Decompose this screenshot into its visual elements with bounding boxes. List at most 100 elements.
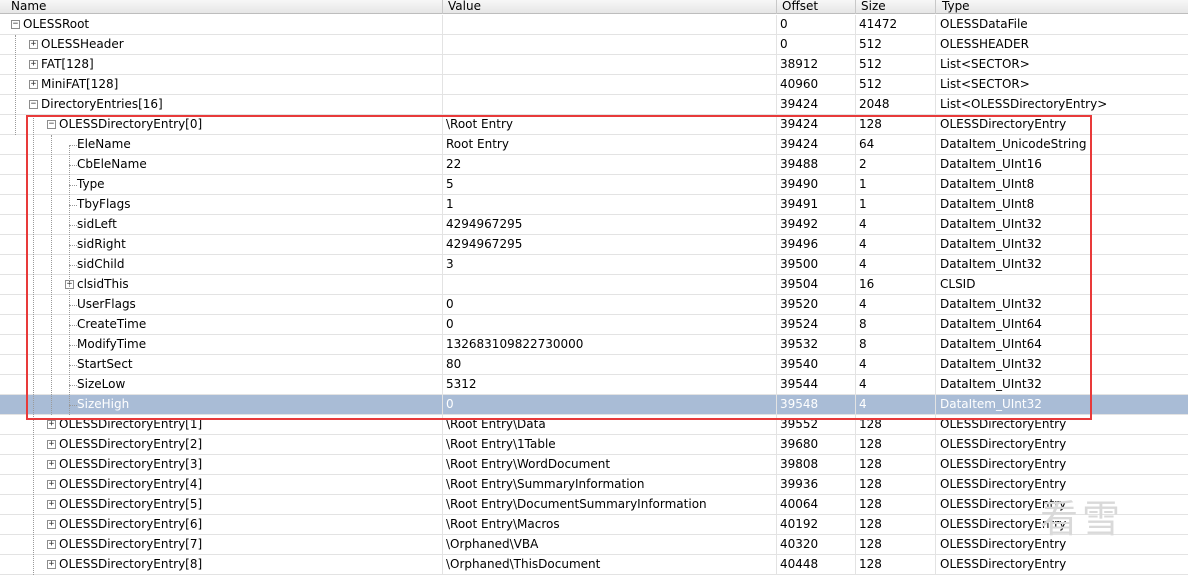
cell-size: 128 (856, 535, 936, 554)
tree-row[interactable]: + OLESSDirectoryEntry[7] \Orphaned\VBA 4032… (0, 535, 1188, 555)
tree-row[interactable]: ModifyTime 132683109822730000 39532 8 DataIt… (0, 335, 1188, 355)
cell-value: \Root Entry\SummaryInformation (443, 475, 777, 494)
expand-toggle-icon[interactable]: + (29, 80, 38, 89)
node-label: clsidThis (77, 275, 129, 294)
tree-row[interactable]: StartSect 80 39540 4 DataItem_UInt32 (0, 355, 1188, 375)
node-label: OLESSDirectoryEntry[7] (59, 535, 202, 554)
node-label: OLESSDirectoryEntry[5] (59, 495, 202, 514)
cell-name: + OLESSDirectoryEntry[5] (0, 495, 443, 514)
expand-toggle-icon[interactable]: + (47, 420, 56, 429)
tree-row[interactable]: + OLESSDirectoryEntry[3] \Root Entry\WordD… (0, 455, 1188, 475)
cell-size: 128 (856, 455, 936, 474)
tree-row[interactable]: Type 5 39490 1 DataItem_UInt8 (0, 175, 1188, 195)
cell-value: \Root Entry\Data (443, 415, 777, 434)
cell-size: 128 (856, 435, 936, 454)
cell-name: + clsidThis (0, 275, 443, 294)
cell-value: 22 (443, 155, 777, 174)
node-label: UserFlags (77, 295, 136, 314)
cell-offset: 39496 (777, 235, 856, 254)
collapse-toggle-icon[interactable]: − (29, 100, 38, 109)
column-header-size[interactable]: Size (856, 0, 936, 14)
cell-value: 4294967295 (443, 235, 777, 254)
tree-connector (69, 205, 77, 206)
expand-toggle-icon[interactable]: + (47, 520, 56, 529)
cell-offset: 39544 (777, 375, 856, 394)
cell-size: 128 (856, 115, 936, 134)
expand-toggle-icon[interactable]: + (47, 540, 56, 549)
tree-row[interactable]: CreateTime 0 39524 8 DataItem_UInt64 (0, 315, 1188, 335)
tree-row[interactable]: CbEleName 22 39488 2 DataItem_UInt16 (0, 155, 1188, 175)
cell-type: OLESSDirectoryEntry (936, 495, 1188, 514)
cell-value: \Root Entry\DocumentSummaryInformation (443, 495, 777, 514)
tree-row[interactable]: + clsidThis 39504 16 CLSID (0, 275, 1188, 295)
tree-row[interactable]: + OLESSDirectoryEntry[6] \Root Entry\Macro… (0, 515, 1188, 535)
column-header-offset[interactable]: Offset (777, 0, 856, 14)
node-label: ModifyTime (77, 335, 146, 354)
cell-offset: 39492 (777, 215, 856, 234)
tree-grid[interactable]: − OLESSRoot 0 41472 OLESSDataFile + OLESSHeade… (0, 15, 1188, 575)
tree-row[interactable]: + OLESSDirectoryEntry[8] \Orphaned\ThisDoc… (0, 555, 1188, 575)
column-header-bar: Name Value Offset Size Type (0, 0, 1188, 14)
tree-row[interactable]: + FAT[128] 38912 512 List<SECTOR> (0, 55, 1188, 75)
collapse-toggle-icon[interactable]: − (47, 120, 56, 129)
tree-row[interactable]: + MiniFAT[128] 40960 512 List<SECTOR> (0, 75, 1188, 95)
tree-row[interactable]: + OLESSHeader 0 512 OLESSHEADER (0, 35, 1188, 55)
cell-value: 5 (443, 175, 777, 194)
tree-row[interactable]: + OLESSDirectoryEntry[4] \Root Entry\Summ… (0, 475, 1188, 495)
cell-type: OLESSDirectoryEntry (936, 115, 1188, 134)
tree-row[interactable]: sidRight 4294967295 39496 4 DataItem_UInt32 (0, 235, 1188, 255)
expand-toggle-icon[interactable]: + (47, 440, 56, 449)
tree-row[interactable]: − OLESSDirectoryEntry[0] \Root Entry 39424 1… (0, 115, 1188, 135)
cell-type: DataItem_UInt64 (936, 335, 1188, 354)
cell-name: − OLESSDirectoryEntry[0] (0, 115, 443, 134)
cell-offset: 39552 (777, 415, 856, 434)
node-label: StartSect (77, 355, 133, 374)
node-label: sidRight (77, 235, 126, 254)
tree-row[interactable]: + OLESSDirectoryEntry[1] \Root Entry\Data 3… (0, 415, 1188, 435)
cell-name: + OLESSDirectoryEntry[2] (0, 435, 443, 454)
cell-offset: 40320 (777, 535, 856, 554)
tree-row[interactable]: − OLESSRoot 0 41472 OLESSDataFile (0, 15, 1188, 35)
expand-toggle-icon[interactable]: + (29, 40, 38, 49)
cell-value: Root Entry (443, 135, 777, 154)
tree-connector (69, 345, 77, 346)
expand-toggle-icon[interactable]: + (29, 60, 38, 69)
cell-type: List<OLESSDirectoryEntry> (936, 95, 1188, 114)
cell-offset: 39488 (777, 155, 856, 174)
tree-row[interactable]: SizeHigh 0 39548 4 DataItem_UInt32 (0, 395, 1188, 415)
cell-offset: 40064 (777, 495, 856, 514)
cell-name: + OLESSHeader (0, 35, 443, 54)
cell-size: 128 (856, 475, 936, 494)
tree-row[interactable]: − DirectoryEntries[16] 39424 2048 List<OLESS… (0, 95, 1188, 115)
tree-row[interactable]: EleName Root Entry 39424 64 DataItem_Unicode… (0, 135, 1188, 155)
column-header-value[interactable]: Value (443, 0, 777, 14)
collapse-toggle-icon[interactable]: − (11, 20, 20, 29)
column-header-name[interactable]: Name (0, 0, 443, 14)
tree-row[interactable]: + OLESSDirectoryEntry[5] \Root Entry\Docu… (0, 495, 1188, 515)
cell-size: 1 (856, 175, 936, 194)
column-header-type[interactable]: Type (936, 0, 1188, 14)
tree-row[interactable]: + OLESSDirectoryEntry[2] \Root Entry\1Tabl… (0, 435, 1188, 455)
tree-row[interactable]: UserFlags 0 39520 4 DataItem_UInt32 (0, 295, 1188, 315)
expand-toggle-icon[interactable]: + (47, 480, 56, 489)
cell-type: OLESSDataFile (936, 15, 1188, 34)
cell-name: ModifyTime (0, 335, 443, 354)
cell-type: List<SECTOR> (936, 75, 1188, 94)
tree-row[interactable]: TbyFlags 1 39491 1 DataItem_UInt8 (0, 195, 1188, 215)
cell-name: SizeLow (0, 375, 443, 394)
cell-type: OLESSDirectoryEntry (936, 455, 1188, 474)
tree-row[interactable]: SizeLow 5312 39544 4 DataItem_UInt32 (0, 375, 1188, 395)
cell-name: UserFlags (0, 295, 443, 314)
cell-offset: 39548 (777, 395, 856, 414)
cell-type: OLESSDirectoryEntry (936, 535, 1188, 554)
cell-name: + OLESSDirectoryEntry[7] (0, 535, 443, 554)
cell-type: OLESSDirectoryEntry (936, 515, 1188, 534)
tree-row[interactable]: sidChild 3 39500 4 DataItem_UInt32 (0, 255, 1188, 275)
tree-row[interactable]: sidLeft 4294967295 39492 4 DataItem_UInt32 (0, 215, 1188, 235)
cell-offset: 39500 (777, 255, 856, 274)
expand-toggle-icon[interactable]: + (47, 500, 56, 509)
cell-offset: 39424 (777, 115, 856, 134)
node-label: TbyFlags (77, 195, 131, 214)
cell-type: DataItem_UnicodeString (936, 135, 1188, 154)
expand-toggle-icon[interactable]: + (47, 460, 56, 469)
